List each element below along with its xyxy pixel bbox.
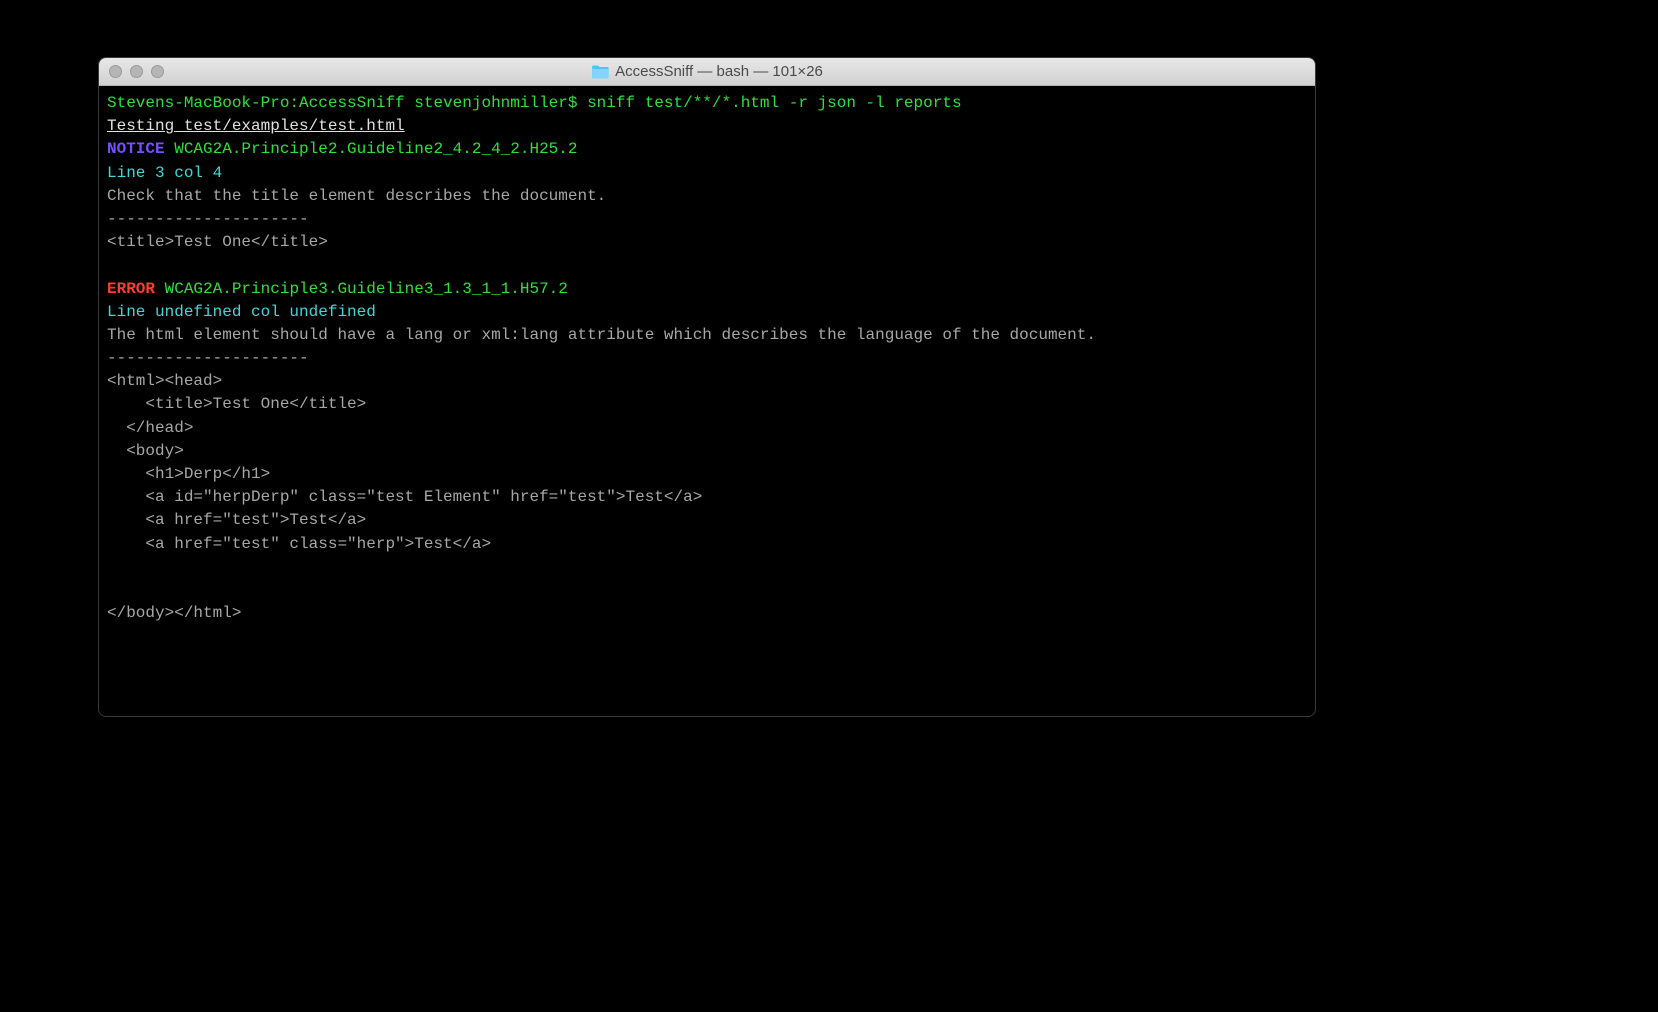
- window-title-text: AccessSniff — bash — 101×26: [615, 63, 823, 80]
- code-line: <body>: [107, 440, 1307, 463]
- code-line: <title>Test One</title>: [107, 231, 1307, 254]
- zoom-button[interactable]: [151, 65, 164, 78]
- close-button[interactable]: [109, 65, 122, 78]
- traffic-lights: [109, 65, 164, 78]
- blank-line: [107, 254, 1307, 277]
- window-title: AccessSniff — bash — 101×26: [591, 63, 823, 80]
- prompt: Stevens-MacBook-Pro:AccessSniff stevenjo…: [107, 94, 587, 112]
- window-titlebar: AccessSniff — bash — 101×26: [99, 58, 1315, 86]
- code-line: <a id="herpDerp" class="test Element" hr…: [107, 486, 1307, 509]
- rule-line: NOTICE WCAG2A.Principle2.Guideline2_4.2_…: [107, 138, 1307, 161]
- location-line: Line undefined col undefined: [107, 301, 1307, 324]
- message-line: Check that the title element describes t…: [107, 185, 1307, 208]
- code-line: <html><head>: [107, 370, 1307, 393]
- divider-line: ---------------------: [107, 347, 1307, 370]
- minimize-button[interactable]: [130, 65, 143, 78]
- folder-icon: [591, 65, 609, 79]
- code-line: <a href="test" class="herp">Test</a>: [107, 533, 1307, 556]
- code-line: [107, 579, 1307, 602]
- terminal-output[interactable]: Stevens-MacBook-Pro:AccessSniff stevenjo…: [99, 86, 1315, 716]
- rule-id: WCAG2A.Principle3.Guideline3_1.3_1_1.H57…: [155, 280, 568, 298]
- rule-line: ERROR WCAG2A.Principle3.Guideline3_1.3_1…: [107, 278, 1307, 301]
- code-line: </body></html>: [107, 602, 1307, 625]
- level-label: ERROR: [107, 280, 155, 298]
- code-line: <h1>Derp</h1>: [107, 463, 1307, 486]
- code-line: [107, 556, 1307, 579]
- prompt-command: sniff test/**/*.html -r json -l reports: [587, 94, 961, 112]
- divider-line: ---------------------: [107, 208, 1307, 231]
- testing-file-line: Testing test/examples/test.html: [107, 115, 1307, 138]
- code-line: <a href="test">Test</a>: [107, 509, 1307, 532]
- message-line: The html element should have a lang or x…: [107, 324, 1307, 347]
- location-line: Line 3 col 4: [107, 162, 1307, 185]
- code-line: </head>: [107, 417, 1307, 440]
- rule-id: WCAG2A.Principle2.Guideline2_4.2_4_2.H25…: [165, 140, 578, 158]
- code-line: <title>Test One</title>: [107, 393, 1307, 416]
- level-label: NOTICE: [107, 140, 165, 158]
- terminal-window: AccessSniff — bash — 101×26 Stevens-MacB…: [98, 57, 1316, 717]
